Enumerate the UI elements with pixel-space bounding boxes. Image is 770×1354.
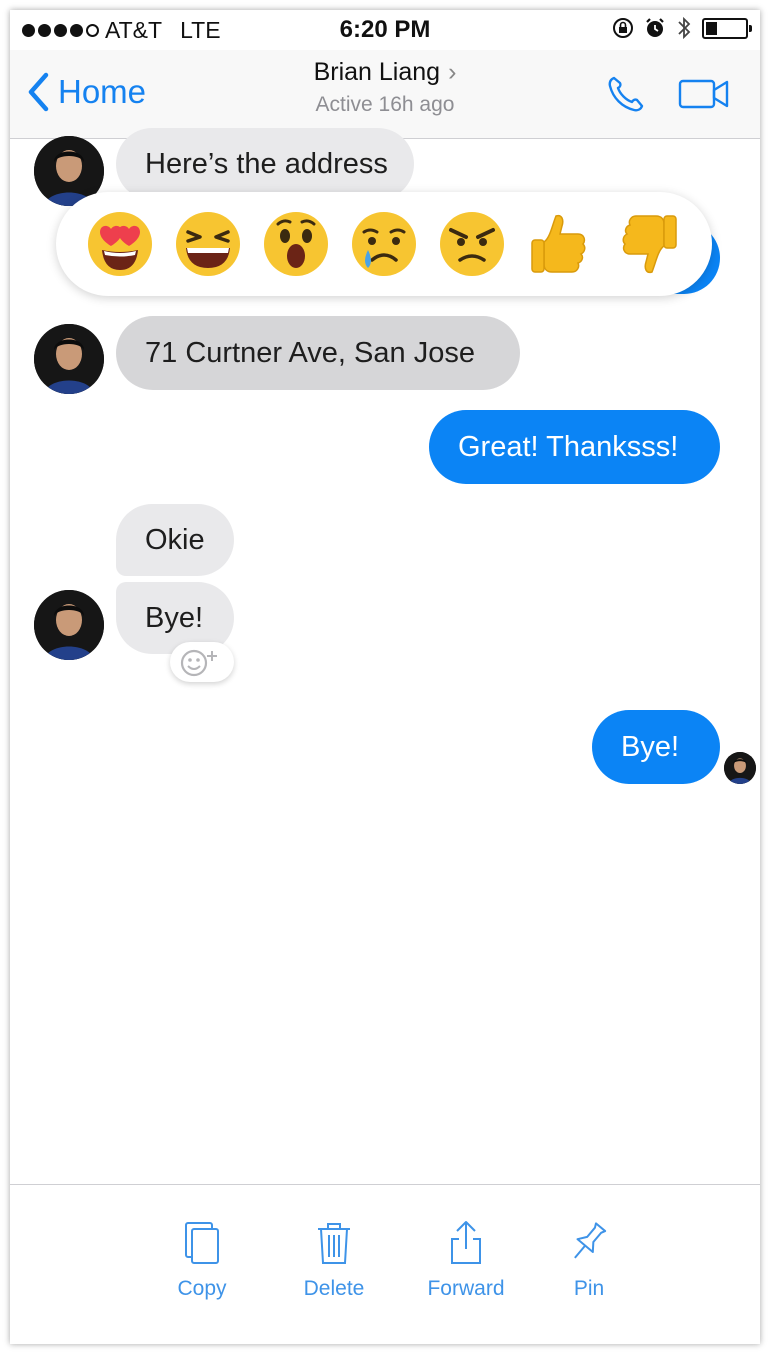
- angry-emoji-icon[interactable]: [438, 210, 506, 278]
- share-icon: [451, 1221, 481, 1264]
- sad-emoji-icon[interactable]: [350, 210, 418, 278]
- message-text: Bye!: [145, 601, 204, 634]
- read-receipt-avatar: [724, 752, 756, 784]
- pin-label: Pin: [573, 1277, 605, 1300]
- delete-label: Delete: [303, 1277, 365, 1300]
- phone-call-icon[interactable]: [604, 72, 648, 116]
- phone-screen: AT&T LTE 6:20 PM Home Brian Liang › Acti…: [10, 10, 760, 1344]
- pin-button[interactable]: Pin: [529, 1219, 649, 1301]
- message-text: Great! Thanksss!: [458, 430, 679, 463]
- pin-icon: [574, 1222, 607, 1259]
- message-bubble-outgoing[interactable]: Great! Thanksss!: [429, 410, 720, 484]
- heart-eyes-emoji-icon[interactable]: [86, 210, 154, 278]
- alarm-icon: [646, 18, 664, 37]
- wow-emoji-icon[interactable]: [262, 210, 330, 278]
- message-actions-toolbar: Copy Delete Forward Pin: [10, 1184, 760, 1344]
- thumbs-down-emoji-icon[interactable]: [614, 210, 682, 278]
- thumbs-up-emoji-icon[interactable]: [526, 210, 594, 278]
- bluetooth-icon: [678, 16, 691, 40]
- copy-label: Copy: [177, 1277, 227, 1300]
- contact-avatar[interactable]: [34, 590, 104, 660]
- contact-avatar[interactable]: [34, 324, 104, 394]
- copy-icon: [185, 1222, 219, 1264]
- trash-icon: [318, 1223, 350, 1264]
- forward-button[interactable]: Forward: [406, 1219, 526, 1301]
- message-bubble[interactable]: Here’s the address: [116, 128, 414, 200]
- message-bubble[interactable]: Okie: [116, 504, 234, 576]
- message-bubble-outgoing[interactable]: Bye!: [592, 710, 720, 784]
- delete-button[interactable]: Delete: [274, 1219, 394, 1301]
- conversation-header: Home Brian Liang › Active 16h ago: [10, 50, 760, 139]
- copy-button[interactable]: Copy: [142, 1219, 262, 1301]
- laughing-emoji-icon[interactable]: [174, 210, 242, 278]
- message-text: Bye!: [621, 730, 680, 763]
- add-reaction-icon: [180, 649, 217, 677]
- add-reaction-button[interactable]: [170, 642, 234, 682]
- message-bubble-selected[interactable]: 71 Curtner Ave, San Jose: [116, 316, 520, 390]
- message-text: 71 Curtner Ave, San Jose: [145, 336, 475, 369]
- chevron-right-icon: ›: [448, 58, 457, 86]
- battery-icon: [702, 17, 752, 39]
- forward-label: Forward: [427, 1277, 505, 1300]
- rotation-lock-icon: [613, 18, 633, 38]
- message-text: Here’s the address: [145, 147, 388, 180]
- video-call-icon[interactable]: [678, 77, 730, 111]
- message-text: Okie: [145, 523, 205, 556]
- reaction-picker: [56, 192, 712, 296]
- contact-name: Brian Liang: [313, 58, 441, 86]
- status-bar: AT&T LTE 6:20 PM: [10, 10, 760, 50]
